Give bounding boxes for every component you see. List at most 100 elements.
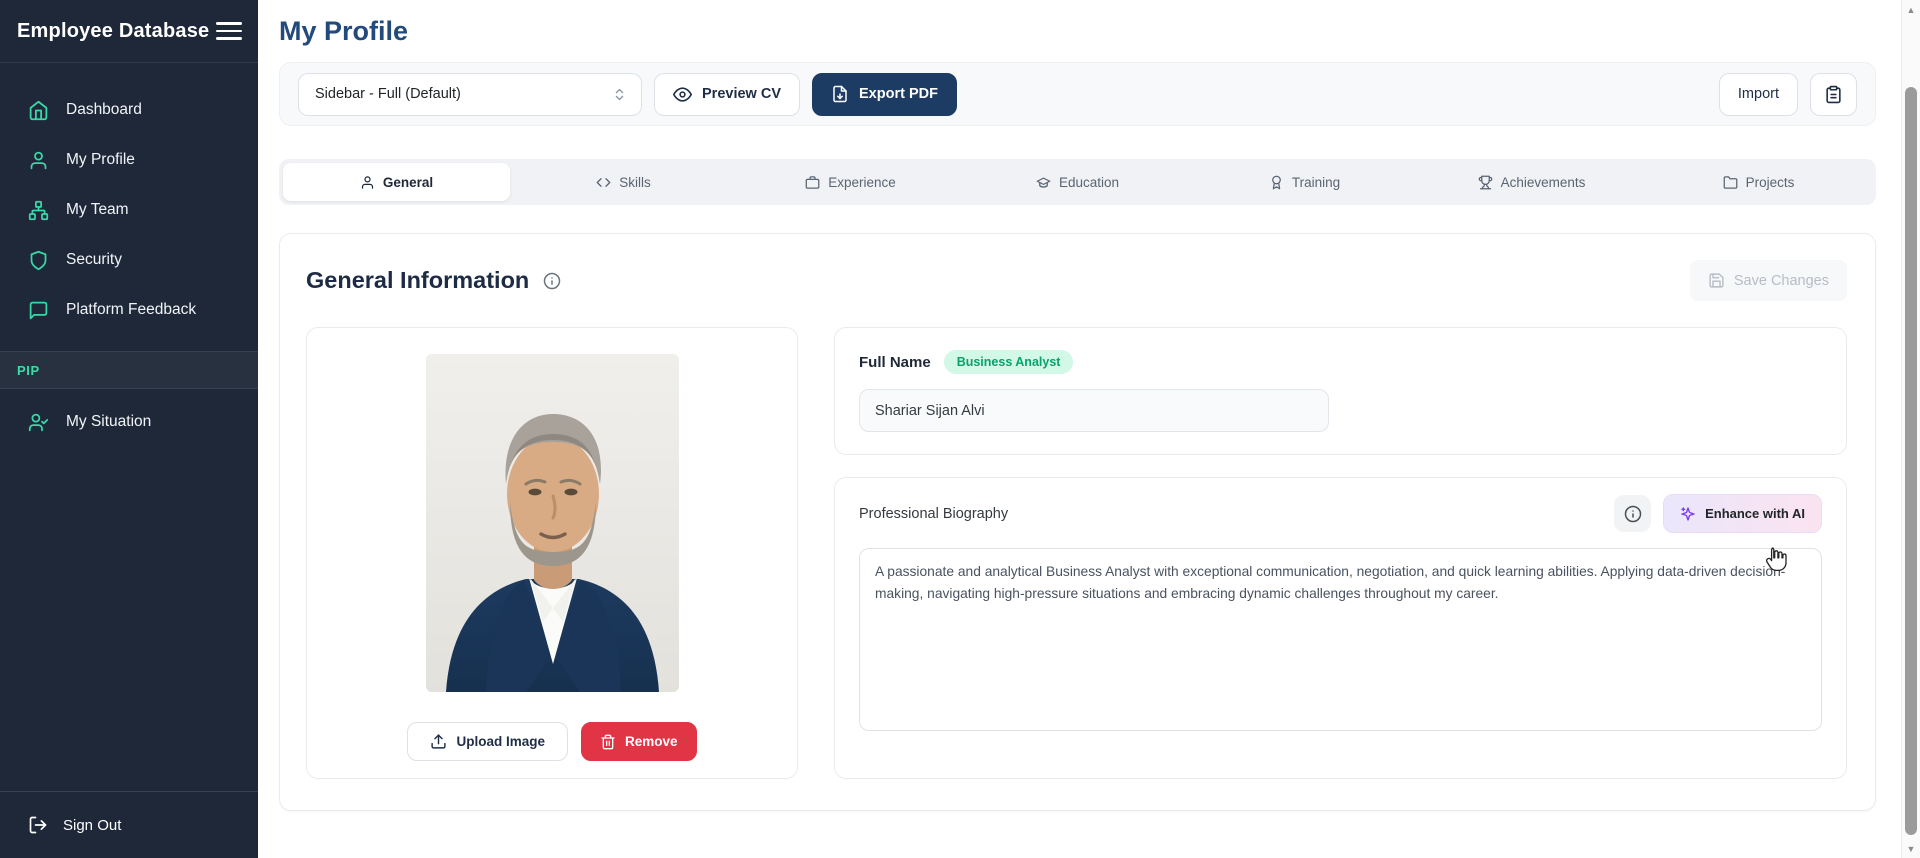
- scroll-down-icon[interactable]: ▼: [1902, 844, 1920, 854]
- file-download-icon: [831, 85, 849, 103]
- tab-label: General: [383, 175, 433, 190]
- profile-toolbar: Sidebar - Full (Default) Preview CV Expo…: [279, 62, 1876, 126]
- sidebar-item-label: My Profile: [66, 151, 135, 169]
- sidebar-header: Employee Database: [0, 0, 258, 63]
- full-name-card: Full Name Business Analyst: [834, 327, 1847, 455]
- clipboard-icon: [1824, 85, 1843, 104]
- sidebar-item-dashboard[interactable]: Dashboard: [0, 85, 258, 135]
- tab-general[interactable]: General: [283, 163, 510, 201]
- briefcase-icon: [805, 175, 820, 190]
- main-content: My Profile Sidebar - Full (Default) Prev…: [258, 0, 1920, 858]
- full-name-input[interactable]: [859, 389, 1329, 432]
- sidebar-item-label: Platform Feedback: [66, 301, 196, 319]
- card-body: Upload Image Remove Full Name Business: [306, 327, 1847, 779]
- profile-photo: [426, 354, 679, 692]
- remove-image-button[interactable]: Remove: [581, 722, 697, 761]
- tab-education[interactable]: Education: [964, 163, 1191, 201]
- graduation-cap-icon: [1036, 175, 1051, 190]
- app-title: Employee Database: [17, 20, 209, 43]
- tab-label: Education: [1059, 175, 1119, 190]
- save-changes-button[interactable]: Save Changes: [1690, 260, 1847, 301]
- enhance-with-ai-button[interactable]: Enhance with AI: [1663, 494, 1822, 533]
- biography-card: Professional Biography Enhance with AI: [834, 477, 1847, 779]
- preview-cv-label: Preview CV: [702, 86, 781, 102]
- tab-achievements[interactable]: Achievements: [1418, 163, 1645, 201]
- trophy-icon: [1478, 175, 1493, 190]
- org-chart-icon: [28, 200, 49, 221]
- tab-projects[interactable]: Projects: [1645, 163, 1872, 201]
- scroll-up-icon[interactable]: ▲: [1902, 5, 1920, 15]
- sidebar-item-my-situation[interactable]: My Situation: [0, 397, 258, 447]
- sidebar-nav: Dashboard My Profile My Team Security Pl…: [0, 63, 258, 335]
- general-information-card: General Information Save Changes: [279, 233, 1876, 811]
- tab-label: Experience: [828, 175, 896, 190]
- page-scrollbar[interactable]: ▲ ▼: [1901, 0, 1920, 858]
- card-header: General Information Save Changes: [306, 260, 1847, 301]
- sidebar-item-my-profile[interactable]: My Profile: [0, 135, 258, 185]
- sidebar-section-pip: PIP: [0, 351, 258, 389]
- page-title: My Profile: [279, 16, 1876, 47]
- chevrons-up-down-icon: [612, 87, 627, 102]
- tab-label: Projects: [1746, 175, 1795, 190]
- shield-icon: [28, 250, 49, 271]
- preview-cv-button[interactable]: Preview CV: [654, 73, 800, 116]
- sidebar-item-platform-feedback[interactable]: Platform Feedback: [0, 285, 258, 335]
- code-icon: [596, 175, 611, 190]
- tab-label: Achievements: [1501, 175, 1586, 190]
- log-out-icon: [28, 815, 48, 835]
- save-icon: [1708, 272, 1725, 289]
- tab-label: Skills: [619, 175, 651, 190]
- section-title: General Information: [306, 267, 529, 294]
- profile-tabs: General Skills Experience Education Trai…: [279, 159, 1876, 205]
- eye-icon: [673, 85, 692, 104]
- tab-experience[interactable]: Experience: [737, 163, 964, 201]
- remove-label: Remove: [625, 734, 678, 749]
- clipboard-button[interactable]: [1810, 73, 1857, 116]
- user-check-icon: [28, 412, 49, 433]
- sign-out-button[interactable]: Sign Out: [0, 791, 258, 858]
- sidebar-item-label: Dashboard: [66, 101, 142, 119]
- tab-label: Training: [1292, 175, 1340, 190]
- biography-label: Professional Biography: [859, 506, 1008, 522]
- role-badge: Business Analyst: [944, 350, 1074, 374]
- enhance-with-ai-label: Enhance with AI: [1705, 506, 1805, 521]
- chat-bubble-icon: [28, 300, 49, 321]
- sidebar-item-label: My Team: [66, 201, 129, 219]
- sign-out-label: Sign Out: [63, 817, 121, 834]
- export-pdf-button[interactable]: Export PDF: [812, 73, 957, 116]
- photo-actions: Upload Image Remove: [407, 722, 696, 761]
- award-icon: [1269, 175, 1284, 190]
- profile-photo-card: Upload Image Remove: [306, 327, 798, 779]
- user-icon: [360, 175, 375, 190]
- tab-skills[interactable]: Skills: [510, 163, 737, 201]
- full-name-label: Full Name: [859, 354, 931, 371]
- sidebar-item-security[interactable]: Security: [0, 235, 258, 285]
- home-icon: [28, 100, 49, 121]
- pip-section-label: PIP: [17, 363, 40, 378]
- info-icon[interactable]: [543, 272, 561, 290]
- layout-select-value: Sidebar - Full (Default): [315, 86, 461, 102]
- scrollbar-thumb[interactable]: [1905, 87, 1917, 835]
- sidebar-item-label: My Situation: [66, 413, 151, 431]
- sidebar: Employee Database Dashboard My Profile M…: [0, 0, 258, 858]
- export-pdf-label: Export PDF: [859, 86, 938, 102]
- upload-image-label: Upload Image: [456, 734, 545, 749]
- sidebar-item-label: Security: [66, 251, 122, 269]
- import-button[interactable]: Import: [1719, 73, 1798, 116]
- layout-select[interactable]: Sidebar - Full (Default): [298, 73, 642, 116]
- upload-icon: [430, 733, 447, 750]
- biography-textarea[interactable]: A passionate and analytical Business Ana…: [859, 548, 1822, 731]
- import-label: Import: [1738, 86, 1779, 102]
- menu-toggle-icon[interactable]: [216, 18, 242, 44]
- tab-training[interactable]: Training: [1191, 163, 1418, 201]
- info-icon: [1624, 505, 1642, 523]
- user-icon: [28, 150, 49, 171]
- biography-info-button[interactable]: [1614, 495, 1651, 532]
- upload-image-button[interactable]: Upload Image: [407, 722, 568, 761]
- fields-column: Full Name Business Analyst Professional …: [834, 327, 1847, 779]
- sidebar-item-my-team[interactable]: My Team: [0, 185, 258, 235]
- save-changes-label: Save Changes: [1734, 273, 1829, 289]
- folder-icon: [1723, 175, 1738, 190]
- sparkles-icon: [1680, 506, 1696, 522]
- trash-icon: [600, 734, 616, 750]
